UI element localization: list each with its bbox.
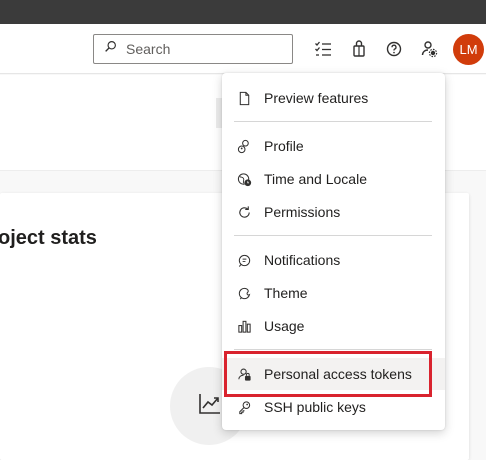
avatar[interactable]: LM xyxy=(453,34,484,65)
search-icon xyxy=(104,40,117,58)
menu-divider xyxy=(234,235,432,236)
menu-divider xyxy=(234,349,432,350)
user-settings-icon[interactable] xyxy=(418,38,440,60)
menu-item-label: SSH public keys xyxy=(264,399,366,415)
menu-item-permissions[interactable]: Permissions xyxy=(222,196,445,228)
key-icon xyxy=(236,399,252,415)
menu-item-label: Notifications xyxy=(264,252,341,268)
search-input[interactable] xyxy=(126,41,286,57)
theme-icon xyxy=(236,285,252,301)
menu-item-preview-features[interactable]: Preview features xyxy=(222,82,445,114)
menu-item-usage[interactable]: Usage xyxy=(222,310,445,342)
menu-item-label: Time and Locale xyxy=(264,171,367,187)
search-box[interactable] xyxy=(93,34,293,64)
document-icon xyxy=(236,90,252,106)
usage-chart-icon xyxy=(236,318,252,334)
refresh-icon xyxy=(236,204,252,220)
menu-divider xyxy=(234,121,432,122)
profile-icon xyxy=(236,138,252,154)
help-icon[interactable] xyxy=(383,38,405,60)
menu-item-label: Permissions xyxy=(264,204,341,220)
menu-item-label: Preview features xyxy=(264,90,369,106)
menu-item-label: Profile xyxy=(264,138,304,154)
window-titlebar xyxy=(0,0,486,24)
card-title: oject stats xyxy=(0,227,97,249)
menu-item-profile[interactable]: Profile xyxy=(222,130,445,162)
shopping-bag-icon[interactable] xyxy=(348,38,370,60)
trend-chart-icon xyxy=(199,394,220,414)
highlight-annotation xyxy=(224,351,432,397)
menu-item-notifications[interactable]: Notifications xyxy=(222,244,445,276)
menu-item-label: Theme xyxy=(264,285,308,301)
menu-item-label: Usage xyxy=(264,318,305,334)
top-header: LM xyxy=(0,24,486,74)
menu-item-time-and-locale[interactable]: Time and Locale xyxy=(222,163,445,195)
menu-item-theme[interactable]: Theme xyxy=(222,277,445,309)
task-list-icon[interactable] xyxy=(312,38,334,60)
notification-icon xyxy=(236,252,252,268)
globe-clock-icon xyxy=(236,171,252,187)
